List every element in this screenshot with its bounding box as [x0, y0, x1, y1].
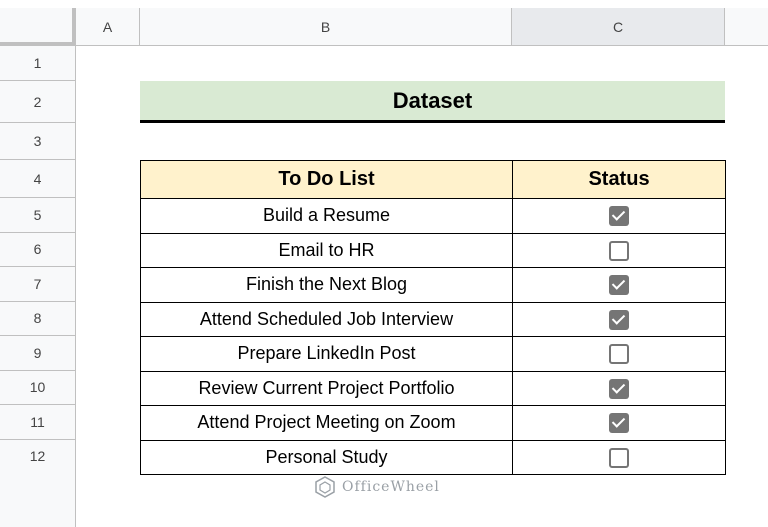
row-header-filler	[0, 472, 76, 527]
row-header-4[interactable]: 4	[0, 160, 76, 198]
status-cell[interactable]	[512, 198, 726, 234]
row-header-6[interactable]: 6	[0, 232, 76, 267]
task-cell[interactable]: Build a Resume	[140, 198, 513, 234]
table-row: Email to HR	[140, 232, 726, 268]
officewheel-logo-icon	[315, 476, 335, 498]
table-row: Attend Project Meeting on Zoom	[140, 405, 726, 441]
row-header-1[interactable]: 1	[0, 46, 76, 81]
status-cell[interactable]	[512, 439, 726, 475]
checkbox-checked[interactable]	[609, 309, 629, 330]
task-cell[interactable]: Attend Scheduled Job Interview	[140, 301, 513, 337]
task-cell[interactable]: Prepare LinkedIn Post	[140, 336, 513, 372]
table-row: Prepare LinkedIn Post	[140, 336, 726, 372]
task-cell[interactable]: Attend Project Meeting on Zoom	[140, 405, 513, 441]
row-header-7[interactable]: 7	[0, 267, 76, 302]
row-header-10[interactable]: 10	[0, 370, 76, 405]
checkbox-checked[interactable]	[609, 275, 629, 296]
officewheel-watermark: OfficeWheel	[314, 476, 440, 498]
table-header-row: To Do List Status	[140, 160, 726, 199]
task-cell[interactable]: Email to HR	[140, 232, 513, 268]
row-header-2[interactable]: 2	[0, 81, 76, 123]
table-row: Review Current Project Portfolio	[140, 370, 726, 406]
column-header-a[interactable]: A	[76, 8, 140, 46]
table-row: Build a Resume	[140, 198, 726, 234]
row-header-3[interactable]: 3	[0, 123, 76, 160]
checkbox-checked[interactable]	[609, 413, 629, 434]
status-cell[interactable]	[512, 267, 726, 303]
status-cell[interactable]	[512, 232, 726, 268]
table-row: Personal Study	[140, 439, 726, 475]
row-header-8[interactable]: 8	[0, 301, 76, 336]
select-all-corner[interactable]	[0, 8, 76, 46]
row-header-12[interactable]: 12	[0, 439, 76, 473]
dataset-title: Dataset	[392, 87, 473, 113]
column-header-b[interactable]: B	[140, 8, 512, 46]
dataset-title-cell[interactable]: Dataset	[140, 81, 725, 123]
row-header-9[interactable]: 9	[0, 336, 76, 371]
checkbox-unchecked[interactable]	[609, 447, 629, 468]
status-cell[interactable]	[512, 301, 726, 337]
checkbox-checked[interactable]	[609, 378, 629, 399]
task-cell[interactable]: Personal Study	[140, 439, 513, 475]
checkbox-unchecked[interactable]	[609, 344, 629, 365]
todo-table: To Do List Status Build a Resume Email to…	[140, 160, 726, 475]
status-cell[interactable]	[512, 370, 726, 406]
checkbox-checked[interactable]	[609, 206, 629, 227]
table-row: Finish the Next Blog	[140, 267, 726, 303]
row-header-11[interactable]: 11	[0, 405, 76, 440]
task-cell[interactable]: Finish the Next Blog	[140, 267, 513, 303]
row-header-5[interactable]: 5	[0, 198, 76, 233]
header-todo-list[interactable]: To Do List	[140, 160, 513, 199]
header-status[interactable]: Status	[512, 160, 726, 199]
table-row: Attend Scheduled Job Interview	[140, 301, 726, 337]
status-cell[interactable]	[512, 336, 726, 372]
column-header-c[interactable]: C	[512, 8, 725, 46]
task-cell[interactable]: Review Current Project Portfolio	[140, 370, 513, 406]
watermark-text: OfficeWheel	[342, 479, 440, 495]
checkbox-unchecked[interactable]	[609, 240, 629, 261]
status-cell[interactable]	[512, 405, 726, 441]
column-header-d[interactable]	[725, 8, 768, 46]
